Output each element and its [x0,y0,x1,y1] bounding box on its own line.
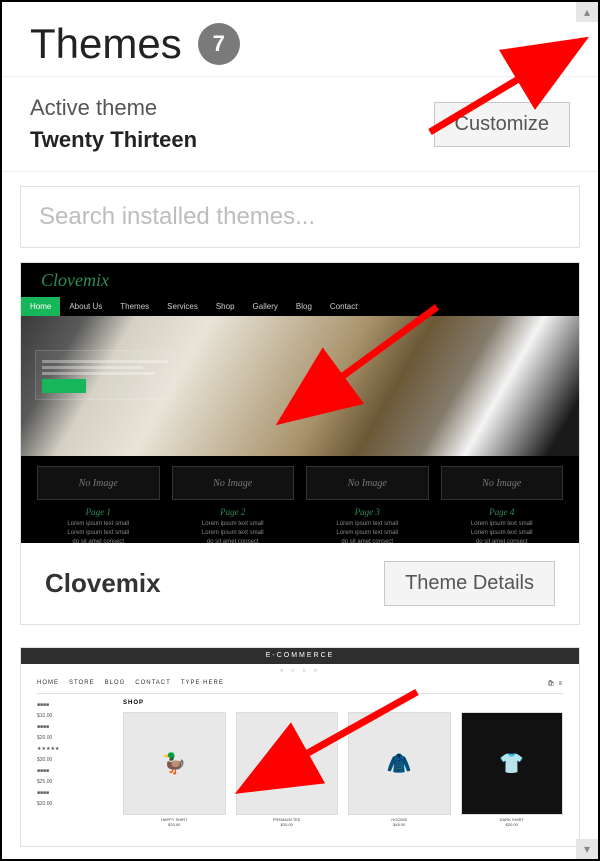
shop-nav: HOME STORE BLOG CONTACT TYPE HERE 🛍 ≡ [21,676,579,693]
product-row: 🦆HAPPY SHIRT$20.00 👕PREMIUM TEE$20.00 🧥H… [123,712,563,827]
no-image-placeholder: No Image [37,466,160,500]
theme-brand: Clovemix [41,270,109,291]
active-theme-label: Active theme [30,95,197,121]
theme-name: Clovemix [45,568,161,599]
theme-thumbnail: Clovemix Home About Us Themes Services S… [21,263,579,543]
header: Themes 7 [2,2,598,76]
no-image-placeholder: No Image [172,466,295,500]
theme-card-clovemix[interactable]: Clovemix Home About Us Themes Services S… [20,262,580,625]
shop-heading: SHOP [123,700,563,706]
theme-card-ecommerce[interactable]: E-COMMERCE ○ ○ ○ ○ HOME STORE BLOG CONTA… [20,647,580,847]
social-dots-icon: ○ ○ ○ ○ [21,664,579,676]
customize-button[interactable]: Customize [434,102,570,147]
active-theme-bar: Active theme Twenty Thirteen Customize [2,76,598,172]
themes-count-badge: 7 [198,23,240,65]
scroll-down-icon[interactable]: ▾ [576,839,598,859]
cart-icon: 🛍 ≡ [547,680,563,687]
themes-panel[interactable]: Themes 7 Active theme Twenty Thirteen Cu… [2,2,598,859]
page-title: Themes [30,20,182,68]
search-bar [2,172,598,262]
shop-sidebar: ■■■■$10.00■■■■$20.00 ★★★★★$30.00■■■■$25.… [37,700,109,827]
scroll-up-icon[interactable]: ▴ [576,2,598,22]
shop-top: E-COMMERCE [21,648,579,664]
active-theme-name: Twenty Thirteen [30,127,197,153]
theme-details-button[interactable]: Theme Details [384,561,555,606]
theme-footer: Clovemix Theme Details [21,543,579,624]
search-input[interactable] [20,186,580,248]
no-image-placeholder: No Image [306,466,429,500]
no-image-placeholder: No Image [441,466,564,500]
theme-nav: Home About Us Themes Services Shop Galle… [21,297,579,316]
